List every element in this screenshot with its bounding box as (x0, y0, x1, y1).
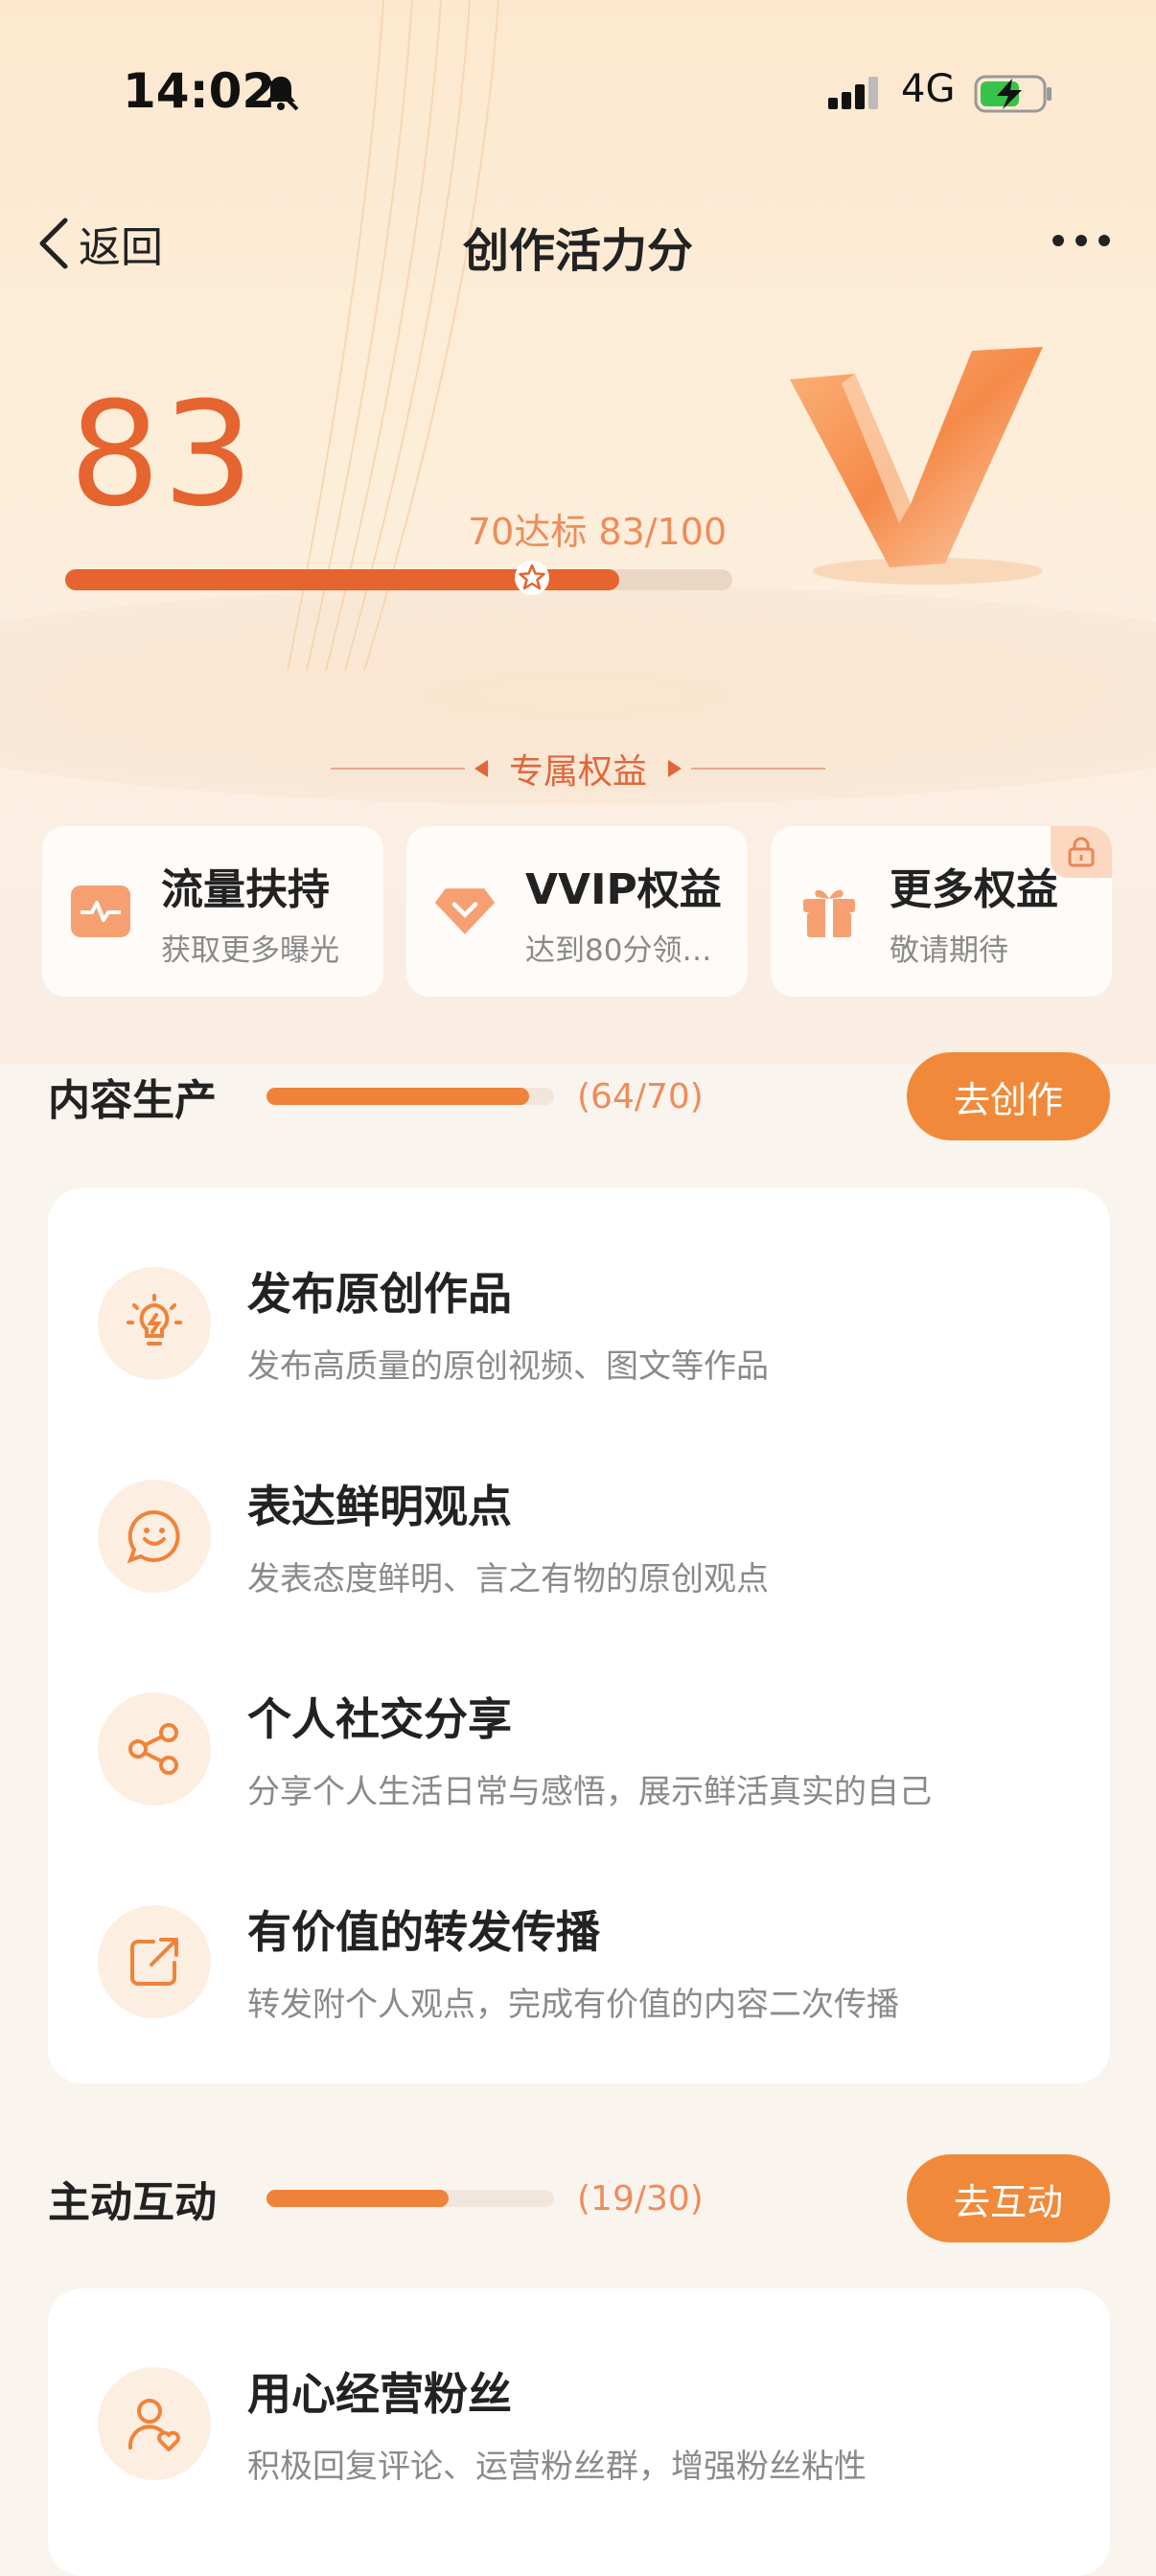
item-subtitle: 转发附个人观点，完成有价值的内容二次传播 (247, 1986, 899, 2024)
forward-icon (98, 1904, 211, 2018)
signal-icon (828, 77, 878, 109)
bell-muted-icon (263, 75, 299, 111)
list-item[interactable]: 表达鲜明观点 发表态度鲜明、言之有物的原创观点 (98, 1472, 769, 1599)
active-interaction-panel: 用心经营粉丝 积极回复评论、运营粉丝群，增强粉丝粘性 (48, 2288, 1110, 2576)
rights-heading-label: 专属权益 (508, 752, 647, 792)
v-badge-icon (790, 347, 1043, 585)
create-button[interactable]: 去创作 (907, 1052, 1110, 1140)
gift-icon (798, 880, 861, 943)
item-title: 个人社交分享 (247, 1693, 512, 1745)
list-item[interactable]: 用心经营粉丝 积极回复评论、运营粉丝群，增强粉丝粘性 (98, 2359, 867, 2487)
list-item[interactable]: 个人社交分享 分享个人生活日常与感悟，展示鲜活真实的自己 (98, 1685, 932, 1812)
network-type: 4G (901, 67, 956, 111)
rights-heading: 专属权益 (0, 744, 1156, 794)
share-icon (98, 1691, 211, 1806)
section-title: 主动互动 (48, 2178, 217, 2227)
active-interaction-header: 主动互动 (19/30) 去互动 (48, 2154, 1110, 2242)
card-subtitle: 敬请期待 (890, 932, 1008, 968)
rights-card-traffic[interactable]: 流量扶持 获取更多曝光 (42, 826, 383, 997)
rights-card-vvip[interactable]: VVIP权益 达到80分领取专属权益 (406, 826, 748, 997)
card-title: 更多权益 (890, 864, 1058, 914)
item-title: 用心经营粉丝 (247, 2368, 512, 2420)
item-subtitle: 发表态度鲜明、言之有物的原创观点 (247, 1560, 769, 1598)
divider (330, 768, 465, 770)
lightbulb-icon (98, 1266, 211, 1380)
page-title: 创作活力分 (462, 224, 693, 278)
card-title: 流量扶持 (161, 864, 330, 914)
star-icon (515, 561, 549, 595)
section-progress-fill (266, 2190, 449, 2207)
user-heart-icon (98, 2366, 211, 2480)
list-item[interactable]: 有价值的转发传播 转发附个人观点，完成有价值的内容二次传播 (98, 1898, 899, 2025)
chat-smile-icon (98, 1479, 211, 1593)
item-subtitle: 发布高质量的原创视频、图文等作品 (247, 1347, 769, 1386)
list-item[interactable]: 发布原创作品 发布高质量的原创视频、图文等作品 (98, 1259, 769, 1387)
rights-cards: 流量扶持 获取更多曝光 VVIP权益 达到80分领取专属权益 更多权益 敬请期待 (42, 826, 1112, 997)
rights-card-more[interactable]: 更多权益 敬请期待 (771, 826, 1112, 997)
traffic-icon (69, 880, 132, 943)
interact-button[interactable]: 去互动 (907, 2154, 1110, 2242)
battery-charging-icon (974, 75, 1052, 113)
section-progress-bar (266, 1088, 554, 1105)
score-threshold: 70达标 83/100 (468, 511, 728, 553)
score-value: 83 (69, 372, 256, 539)
item-title: 有价值的转发传播 (247, 1906, 600, 1958)
triangle-left-icon (474, 760, 488, 777)
score-progress-bar (65, 569, 732, 590)
card-subtitle: 达到80分领取专属权益 (525, 932, 736, 968)
card-subtitle: 获取更多曝光 (161, 932, 339, 968)
item-subtitle: 积极回复评论、运营粉丝群，增强粉丝粘性 (247, 2448, 867, 2486)
item-title: 发布原创作品 (247, 1268, 512, 1320)
section-title: 内容生产 (48, 1076, 217, 1125)
item-subtitle: 分享个人生活日常与感悟，展示鲜活真实的自己 (247, 1773, 932, 1811)
status-time: 14:02 (123, 63, 276, 119)
section-count: (64/70) (577, 1076, 704, 1116)
card-title: VVIP权益 (525, 864, 722, 914)
lock-icon (1051, 826, 1112, 878)
triangle-right-icon (668, 760, 682, 777)
item-title: 表达鲜明观点 (247, 1481, 512, 1532)
more-icon[interactable] (1051, 226, 1112, 255)
section-count: (19/30) (577, 2178, 704, 2219)
section-progress-bar (266, 2190, 554, 2207)
content-production-panel: 发布原创作品 发布高质量的原创视频、图文等作品 表达鲜明观点 发表态度鲜明、言之… (48, 1188, 1110, 2083)
section-progress-fill (266, 1088, 530, 1105)
divider (691, 768, 825, 770)
content-production-header: 内容生产 (64/70) 去创作 (48, 1052, 1110, 1140)
diamond-icon (433, 880, 497, 943)
